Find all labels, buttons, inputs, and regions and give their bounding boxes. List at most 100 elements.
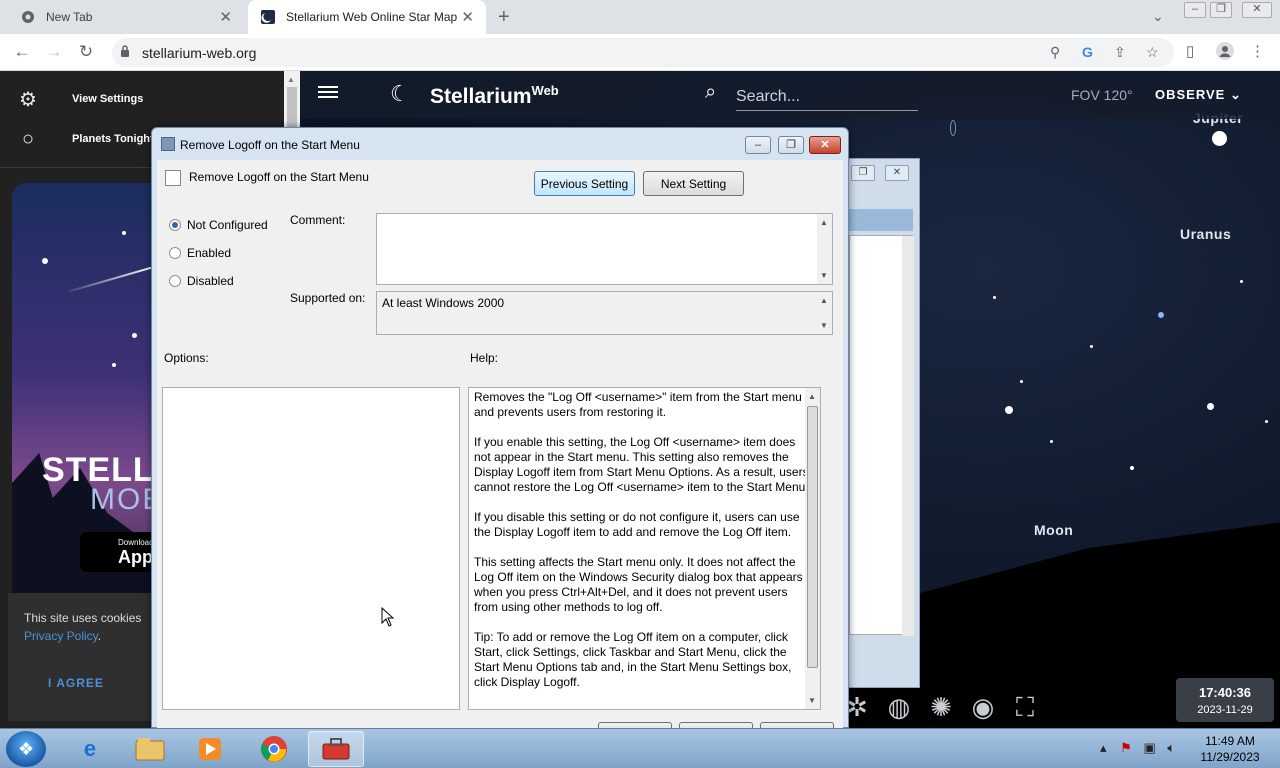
forward-arrow-icon[interactable]: → — [42, 41, 66, 65]
background-scrollbar[interactable] — [902, 236, 914, 636]
dialog-body: Remove Logoff on the Start Menu Previous… — [157, 160, 843, 732]
star[interactable] — [1265, 420, 1268, 423]
cookie-text: This site uses cookies — [24, 611, 142, 625]
scroll-down-icon[interactable]: ▼ — [820, 271, 828, 280]
help-text: Removes the "Log Off <username>" item fr… — [474, 390, 809, 689]
chrome-icon[interactable] — [246, 731, 302, 767]
star[interactable] — [1050, 440, 1053, 443]
policy-setting-dialog: Remove Logoff on the Start Menu – ❐ ✕ Re… — [151, 127, 849, 732]
fov-indicator[interactable]: FOV 120° — [1071, 87, 1133, 103]
star[interactable] — [1090, 345, 1093, 348]
radio-enabled[interactable]: Enabled — [169, 246, 231, 260]
help-label: Help: — [470, 351, 499, 365]
tab-title: New Tab — [46, 10, 93, 24]
tab-stellarium[interactable]: Stellarium Web Online Star Map ✕ — [248, 0, 486, 34]
jupiter-marker[interactable] — [1212, 131, 1227, 146]
taskbar-clock[interactable]: 11:49 AM 11/29/2023 — [1192, 733, 1268, 765]
search-icon[interactable]: ⌕ — [705, 81, 716, 104]
radio-disabled[interactable]: Disabled — [169, 274, 234, 288]
toolbox-icon[interactable] — [308, 731, 364, 767]
back-arrow-icon[interactable]: ← — [10, 41, 34, 65]
lock-icon[interactable] — [120, 45, 130, 61]
scroll-thumb[interactable] — [807, 406, 818, 668]
star[interactable] — [1240, 280, 1243, 283]
star[interactable] — [993, 296, 996, 299]
radio-button[interactable] — [169, 275, 181, 287]
sidebar-item-view-settings[interactable]: ⚙ View Settings — [0, 79, 284, 119]
scroll-thumb[interactable] — [287, 87, 297, 127]
address-bar[interactable]: stellarium-web.org ⚲ G ⇪ ☆ — [112, 38, 1174, 67]
globe-icon[interactable]: ◍ — [882, 690, 916, 724]
close-tab-icon[interactable]: ✕ — [461, 8, 474, 26]
milky-way-icon[interactable]: ✺ — [924, 690, 958, 724]
star[interactable] — [1130, 466, 1134, 470]
scroll-up-icon[interactable]: ▲ — [808, 392, 816, 401]
scroll-up-icon[interactable]: ▲ — [287, 75, 295, 84]
internet-explorer-icon[interactable]: e — [62, 731, 118, 767]
show-hidden-icons[interactable]: ▴ — [1100, 740, 1107, 755]
close-icon[interactable]: ✕ — [809, 136, 841, 154]
maximize-icon[interactable]: ❐ — [778, 136, 804, 154]
agree-button[interactable]: I AGREE — [48, 676, 104, 690]
previous-setting-button[interactable]: Previous Setting — [534, 171, 635, 196]
background-list[interactable] — [849, 235, 914, 636]
file-explorer-icon[interactable] — [122, 731, 178, 767]
chevron-down-icon[interactable]: ⌄ — [1152, 8, 1164, 25]
side-panel-icon[interactable]: ▯ — [1186, 42, 1194, 60]
restore-window-icon[interactable]: ❐ — [851, 165, 875, 181]
background-window[interactable]: ❐ ✕ — [840, 158, 920, 688]
star[interactable] — [1005, 406, 1013, 414]
scroll-up-icon[interactable]: ▲ — [820, 296, 828, 305]
network-icon[interactable]: ▣ — [1143, 740, 1155, 755]
restore-window-icon[interactable]: ❐ — [1210, 2, 1232, 18]
close-tab-icon[interactable]: ✕ — [219, 8, 232, 26]
minimize-icon[interactable]: – — [745, 136, 771, 154]
more-menu-icon[interactable]: ⋮ — [1250, 42, 1265, 60]
eye-icon[interactable]: ◉ — [966, 690, 1000, 724]
tab-new-tab[interactable]: New Tab ✕ — [8, 0, 244, 34]
share-icon[interactable]: ⇪ — [1114, 44, 1126, 61]
media-player-icon[interactable] — [182, 731, 238, 767]
fullscreen-icon[interactable]: ⛶ — [1008, 690, 1042, 724]
comment-textarea[interactable]: ▲ ▼ — [376, 213, 833, 285]
moon-label[interactable]: Moon — [1034, 522, 1073, 538]
planet-marker[interactable] — [950, 120, 956, 136]
new-tab-plus-icon[interactable]: + — [498, 6, 510, 29]
windows-taskbar: ❖ e ▴ ⚑ ▣ 🔈︎ 11:49 AM 11/29/2023 — [0, 728, 1280, 768]
action-center-flag-icon[interactable]: ⚑ — [1120, 740, 1132, 755]
close-window-icon[interactable]: ✕ — [1242, 2, 1272, 18]
radio-button[interactable] — [169, 247, 181, 259]
radio-button[interactable] — [169, 219, 181, 231]
scroll-down-icon[interactable]: ▼ — [820, 321, 828, 330]
options-label: Options: — [164, 351, 209, 365]
options-panel — [162, 387, 460, 710]
observe-dropdown[interactable]: OBSERVE ⌄ — [1155, 87, 1242, 103]
supported-scrollbar[interactable]: ▲ ▼ — [817, 292, 832, 334]
minimize-window-icon[interactable]: – — [1184, 2, 1206, 18]
reload-icon[interactable]: ↻ — [74, 41, 98, 65]
bookmark-star-icon[interactable]: ☆ — [1146, 44, 1159, 61]
search-input[interactable] — [736, 83, 918, 111]
scroll-up-icon[interactable]: ▲ — [820, 218, 828, 227]
date-time-display[interactable]: 17:40:36 2023-11-29 — [1176, 678, 1274, 722]
location-pin-icon[interactable]: ⚲ — [1050, 44, 1060, 61]
volume-muted-icon[interactable]: 🔈︎ — [1167, 740, 1175, 755]
help-panel[interactable]: Removes the "Log Off <username>" item fr… — [468, 387, 821, 710]
start-button[interactable]: ❖ — [6, 731, 46, 767]
radio-not-configured[interactable]: Not Configured — [169, 218, 268, 232]
star[interactable] — [1020, 380, 1023, 383]
next-setting-button[interactable]: Next Setting — [643, 171, 744, 196]
comment-scrollbar[interactable]: ▲ ▼ — [817, 214, 832, 284]
header-band — [849, 209, 913, 231]
stellarium-logo: StellariumWeb — [430, 83, 559, 108]
help-scrollbar[interactable]: ▲ ▼ — [805, 388, 820, 709]
google-icon[interactable]: G — [1082, 44, 1093, 60]
nebula-marker[interactable] — [1158, 312, 1164, 318]
uranus-label[interactable]: Uranus — [1180, 226, 1231, 242]
close-window-icon[interactable]: ✕ — [885, 165, 909, 181]
star[interactable] — [1207, 403, 1214, 410]
profile-avatar-icon[interactable] — [1216, 42, 1234, 64]
scroll-down-icon[interactable]: ▼ — [808, 696, 816, 705]
privacy-policy-link[interactable]: Privacy Policy — [24, 629, 98, 643]
menu-icon[interactable] — [318, 83, 338, 101]
